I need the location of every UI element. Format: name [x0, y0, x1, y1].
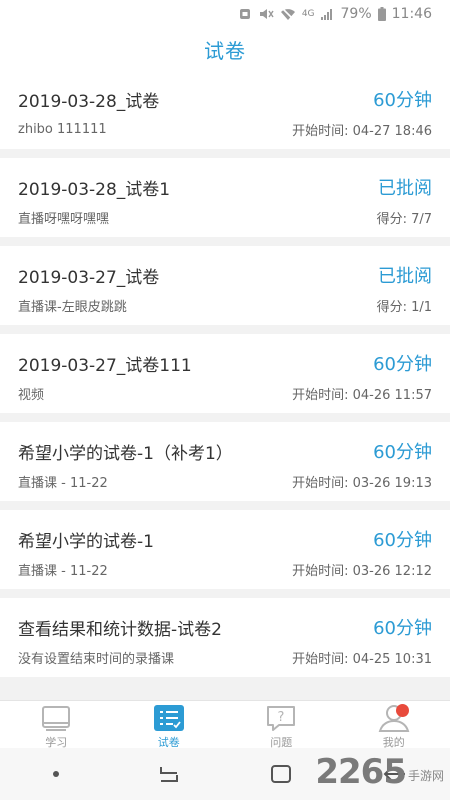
watermark-text: 手游网: [407, 768, 444, 783]
recents-icon: [159, 767, 178, 782]
recents-button[interactable]: [139, 754, 199, 794]
exam-meta: 得分: 1/1: [376, 300, 432, 315]
watermark-number: 2265: [315, 752, 407, 792]
exam-status: 60分钟: [373, 618, 432, 639]
home-button[interactable]: [251, 754, 311, 794]
exam-course: 直播课 - 11-22: [18, 476, 108, 491]
list-item[interactable]: 2019-03-27_试卷111 60分钟 视频 开始时间: 04-26 11:57: [0, 334, 450, 413]
exam-course: zhibo 111111: [18, 122, 107, 137]
tab-study[interactable]: 学习: [0, 701, 113, 749]
exam-status: 已批阅: [378, 178, 432, 199]
list-item[interactable]: 2019-03-28_试卷 60分钟 zhibo 111111 开始时间: 04-2…: [0, 70, 450, 149]
exam-meta: 开始时间: 03-26 12:12: [292, 564, 432, 579]
exam-list[interactable]: 2019-03-28_试卷 60分钟 zhibo 111111 开始时间: 04-2…: [0, 70, 450, 700]
exam-name: 希望小学的试卷-1（补考1）: [18, 443, 233, 464]
app-notification-icon: [238, 7, 252, 21]
status-bar: 4G 79% 11:46: [0, 0, 450, 28]
mute-icon: [258, 7, 274, 21]
battery-percent: 79%: [340, 6, 372, 22]
exam-name: 2019-03-28_试卷1: [18, 179, 171, 200]
exam-course: 直播课 - 11-22: [18, 564, 108, 579]
book-icon: [39, 704, 73, 732]
list-item[interactable]: 2019-03-28_试卷1 已批阅 直播呀嘿呀嘿嘿 得分: 7/7: [0, 158, 450, 237]
signal-icon: [320, 8, 335, 20]
list-item[interactable]: 2019-03-27_试卷 已批阅 直播课-左眼皮跳跳 得分: 1/1: [0, 246, 450, 325]
exam-meta: 开始时间: 03-26 19:13: [292, 476, 432, 491]
exam-course: 直播课-左眼皮跳跳: [18, 300, 127, 315]
list-item[interactable]: 希望小学的试卷-1 60分钟 直播课 - 11-22 开始时间: 03-26 12:…: [0, 510, 450, 589]
header: 试卷: [0, 28, 450, 70]
exam-name: 2019-03-27_试卷: [18, 267, 160, 288]
question-bubble-icon: ?: [264, 704, 298, 732]
network-type: 4G: [301, 9, 315, 19]
tab-exams[interactable]: 试卷: [113, 701, 226, 749]
page-title: 试卷: [204, 38, 246, 63]
exam-status: 60分钟: [373, 354, 432, 375]
wifi-off-icon: [280, 7, 296, 21]
exam-course: 没有设置结束时间的录播课: [18, 652, 175, 667]
exam-meta: 开始时间: 04-26 11:57: [292, 388, 432, 403]
exam-name: 2019-03-27_试卷111: [18, 355, 192, 376]
exam-course: 视频: [18, 388, 45, 403]
exam-status: 已批阅: [378, 266, 432, 287]
exam-status: 60分钟: [373, 530, 432, 551]
tab-questions[interactable]: ? 问题: [225, 701, 338, 749]
exam-meta: 开始时间: 04-25 10:31: [292, 652, 432, 667]
exam-list-icon: [152, 704, 186, 732]
exam-course: 直播呀嘿呀嘿嘿: [18, 212, 110, 227]
exam-status: 60分钟: [373, 442, 432, 463]
battery-icon: [377, 7, 386, 21]
dot-indicator-icon: [26, 754, 86, 794]
tab-profile[interactable]: 我的: [338, 701, 450, 749]
exam-status: 60分钟: [373, 90, 432, 111]
home-icon: [271, 765, 292, 783]
bottom-tab-bar: 学习 试卷 ? 问题 我的: [0, 700, 450, 749]
exam-meta: 得分: 7/7: [376, 212, 432, 227]
list-item[interactable]: 查看结果和统计数据-试卷2 60分钟 没有设置结束时间的录播课 开始时间: 04-2…: [0, 598, 450, 677]
notification-badge: [395, 704, 409, 717]
exam-name: 希望小学的试卷-1: [18, 531, 154, 552]
svg-text:?: ?: [278, 710, 285, 725]
exam-meta: 开始时间: 04-27 18:46: [292, 124, 432, 139]
list-item[interactable]: 希望小学的试卷-1（补考1） 60分钟 直播课 - 11-22 开始时间: 03-2…: [0, 422, 450, 501]
clock: 11:46: [391, 6, 432, 22]
exam-name: 查看结果和统计数据-试卷2: [18, 619, 222, 640]
exam-name: 2019-03-28_试卷: [18, 91, 160, 112]
watermark-logo: 2265 手游网: [315, 752, 444, 792]
user-icon: [377, 704, 411, 732]
